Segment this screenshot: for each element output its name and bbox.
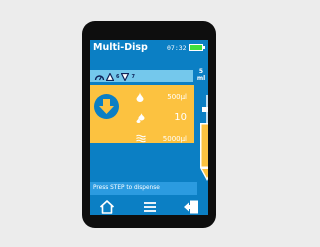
- exit-icon[interactable]: [183, 199, 199, 215]
- volume-unit-label: ml: [196, 75, 206, 82]
- multi-drop-icon: [136, 113, 145, 126]
- aspirate-speed: 6: [116, 73, 120, 80]
- aspirate-triangle-icon: [106, 72, 114, 81]
- home-icon[interactable]: [99, 199, 115, 215]
- dispense-speed: 7: [131, 73, 135, 80]
- volume-unit: 5 ml: [194, 68, 208, 86]
- waves-icon: [136, 134, 146, 146]
- dispense-triangle-icon: [121, 72, 130, 81]
- prompt-text: Press STEP to dispense: [93, 185, 160, 191]
- syringe-level-icon: [200, 95, 208, 181]
- param-volume-value: 500µl: [167, 93, 187, 101]
- droplet-icon: [136, 92, 144, 105]
- speed-gauge-icon: [94, 75, 105, 81]
- status-bar: Multi-Disp 07:32: [90, 40, 208, 57]
- menu-icon[interactable]: [142, 199, 158, 215]
- param-count-value: 10: [174, 112, 187, 123]
- device-screen: Multi-Disp 07:32 6 7 5 ml 500µl 10 5000µ…: [90, 40, 208, 215]
- speed-settings[interactable]: 6 7: [94, 71, 136, 82]
- app-title: Multi-Disp: [93, 42, 148, 53]
- volume-unit-value: 5: [198, 68, 204, 75]
- param-total-value: 5000µl: [162, 135, 187, 143]
- battery-icon: [189, 44, 203, 51]
- down-arrow-icon: [99, 99, 114, 114]
- battery-tip: [203, 46, 205, 49]
- clock: 07:32: [167, 44, 187, 52]
- dispense-arrow-icon[interactable]: [94, 94, 119, 119]
